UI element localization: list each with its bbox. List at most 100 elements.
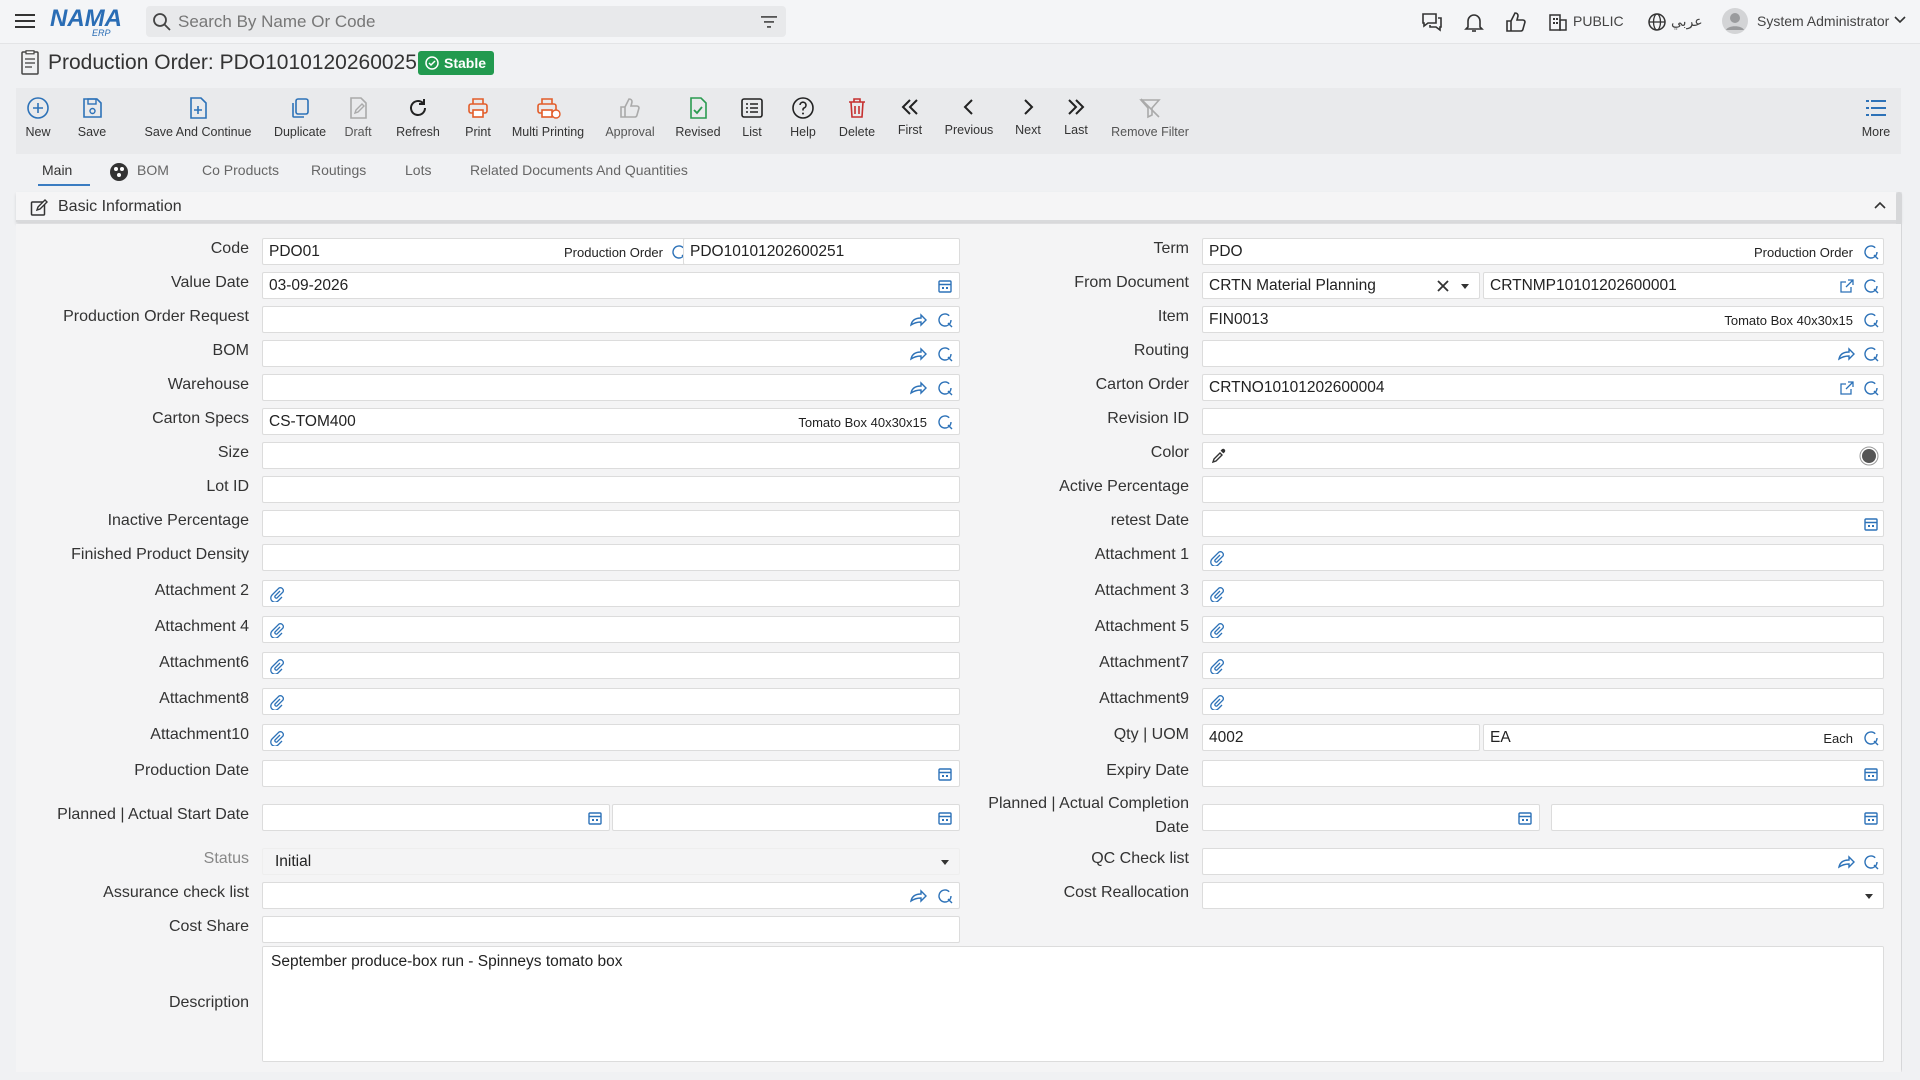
- attachment-1-field[interactable]: [1202, 544, 1884, 571]
- attachment-8-field[interactable]: [262, 688, 960, 715]
- paperclip-icon[interactable]: [269, 622, 285, 638]
- term-field[interactable]: PDO Production Order: [1202, 238, 1884, 265]
- revised-button[interactable]: Revised: [662, 88, 734, 154]
- lookup-icon[interactable]: [1863, 380, 1879, 396]
- caret-down-icon[interactable]: [1863, 893, 1875, 901]
- chevron-up-icon[interactable]: [1873, 200, 1887, 210]
- production-order-request-field[interactable]: [262, 306, 960, 333]
- paperclip-icon[interactable]: [269, 586, 285, 602]
- production-date-field[interactable]: [262, 760, 960, 787]
- active-percentage-field[interactable]: [1202, 476, 1884, 503]
- lookup-icon[interactable]: [937, 312, 953, 328]
- code-number-field[interactable]: PDO10101202600251: [683, 238, 960, 265]
- carton-specs-field[interactable]: CS-TOM400 Tomato Box 40x30x15: [262, 408, 960, 435]
- new-button[interactable]: New: [22, 88, 54, 154]
- avatar[interactable]: [1722, 8, 1748, 34]
- list-button[interactable]: List: [726, 88, 778, 154]
- tab-co-products[interactable]: Co Products: [202, 162, 279, 178]
- chevron-down-icon[interactable]: [1894, 16, 1906, 24]
- calendar-icon[interactable]: [937, 810, 953, 826]
- lookup-icon[interactable]: [937, 414, 953, 430]
- finished-product-density-field[interactable]: [262, 544, 960, 571]
- lookup-icon[interactable]: [1863, 730, 1879, 746]
- refresh-button[interactable]: Refresh: [380, 88, 456, 154]
- menu-icon[interactable]: [14, 11, 36, 31]
- caret-down-icon[interactable]: [939, 859, 951, 867]
- warehouse-field[interactable]: [262, 374, 960, 401]
- open-link-icon[interactable]: [909, 346, 927, 362]
- attachment-3-field[interactable]: [1202, 580, 1884, 607]
- basic-information-section-header[interactable]: Basic Information: [16, 192, 1901, 222]
- save-and-continue-button[interactable]: Save And Continue: [131, 88, 265, 154]
- revision-id-field[interactable]: [1202, 408, 1884, 435]
- external-link-icon[interactable]: [1839, 278, 1855, 294]
- clear-icon[interactable]: [1437, 280, 1449, 292]
- calendar-icon[interactable]: [1863, 766, 1879, 782]
- paperclip-icon[interactable]: [269, 730, 285, 746]
- tab-related-documents[interactable]: Related Documents And Quantities: [470, 162, 688, 178]
- inactive-percentage-field[interactable]: [262, 510, 960, 537]
- filter-icon[interactable]: [760, 14, 778, 30]
- eyedropper-icon[interactable]: [1211, 448, 1227, 464]
- carton-order-field[interactable]: CRTNO10101202600004: [1202, 374, 1884, 401]
- cost-share-field[interactable]: [262, 916, 960, 943]
- size-field[interactable]: [262, 442, 960, 469]
- lookup-icon[interactable]: [937, 888, 953, 904]
- calendar-icon[interactable]: [1863, 516, 1879, 532]
- attachment-9-field[interactable]: [1202, 688, 1884, 715]
- planned-completion-date-field[interactable]: [1202, 804, 1540, 831]
- uom-field[interactable]: EA Each: [1483, 724, 1884, 751]
- tab-lots[interactable]: Lots: [405, 162, 431, 178]
- remove-filter-button[interactable]: Remove Filter: [1094, 88, 1206, 154]
- lookup-icon[interactable]: [937, 380, 953, 396]
- print-button[interactable]: Print: [448, 88, 508, 154]
- lookup-icon[interactable]: [937, 346, 953, 362]
- tab-bom[interactable]: BOM: [137, 162, 169, 178]
- more-button[interactable]: More: [1856, 88, 1896, 154]
- retest-date-field[interactable]: [1202, 510, 1884, 537]
- external-link-icon[interactable]: [1839, 380, 1855, 396]
- user-name[interactable]: System Administrator: [1757, 13, 1889, 29]
- actual-completion-date-field[interactable]: [1551, 804, 1884, 831]
- chat-icon[interactable]: [1420, 10, 1444, 34]
- attachment-2-field[interactable]: [262, 580, 960, 607]
- paperclip-icon[interactable]: [1209, 658, 1225, 674]
- lookup-icon[interactable]: [1863, 244, 1879, 260]
- item-field[interactable]: FIN0013 Tomato Box 40x30x15: [1202, 306, 1884, 333]
- planned-start-date-field[interactable]: [262, 804, 610, 831]
- nama-logo[interactable]: NAMA ERP: [48, 4, 130, 38]
- paperclip-icon[interactable]: [1209, 694, 1225, 710]
- thumbs-up-icon[interactable]: [1504, 10, 1528, 34]
- approval-button[interactable]: Approval: [588, 88, 672, 154]
- color-field[interactable]: [1202, 442, 1884, 469]
- branch-label[interactable]: PUBLIC: [1573, 13, 1624, 29]
- open-link-icon[interactable]: [909, 380, 927, 396]
- actual-start-date-field[interactable]: [612, 804, 960, 831]
- bom-field[interactable]: [262, 340, 960, 367]
- lookup-icon[interactable]: [1863, 312, 1879, 328]
- building-icon[interactable]: [1548, 12, 1568, 32]
- calendar-icon[interactable]: [587, 810, 603, 826]
- search-input[interactable]: [178, 6, 738, 37]
- multi-printing-button[interactable]: Multi Printing: [500, 88, 596, 154]
- language-switch[interactable]: عربي: [1671, 13, 1703, 30]
- value-date-field[interactable]: 03-09-2026: [262, 272, 960, 299]
- global-search[interactable]: [146, 6, 786, 37]
- description-textarea[interactable]: September produce-box run - Spinneys tom…: [263, 947, 1883, 1061]
- cost-reallocation-select[interactable]: [1202, 882, 1884, 909]
- attachment-10-field[interactable]: [262, 724, 960, 751]
- paperclip-icon[interactable]: [269, 658, 285, 674]
- paperclip-icon[interactable]: [1209, 622, 1225, 638]
- lookup-icon[interactable]: [1863, 278, 1879, 294]
- calendar-icon[interactable]: [1517, 810, 1533, 826]
- calendar-icon[interactable]: [937, 278, 953, 294]
- tab-routings[interactable]: Routings: [311, 162, 366, 178]
- lookup-icon[interactable]: [1863, 346, 1879, 362]
- open-link-icon[interactable]: [1837, 854, 1855, 870]
- color-swatch[interactable]: [1859, 446, 1879, 466]
- attachment-7-field[interactable]: [1202, 652, 1884, 679]
- assurance-check-list-field[interactable]: [262, 882, 960, 909]
- paperclip-icon[interactable]: [269, 694, 285, 710]
- caret-down-icon[interactable]: [1459, 283, 1471, 291]
- attachment-5-field[interactable]: [1202, 616, 1884, 643]
